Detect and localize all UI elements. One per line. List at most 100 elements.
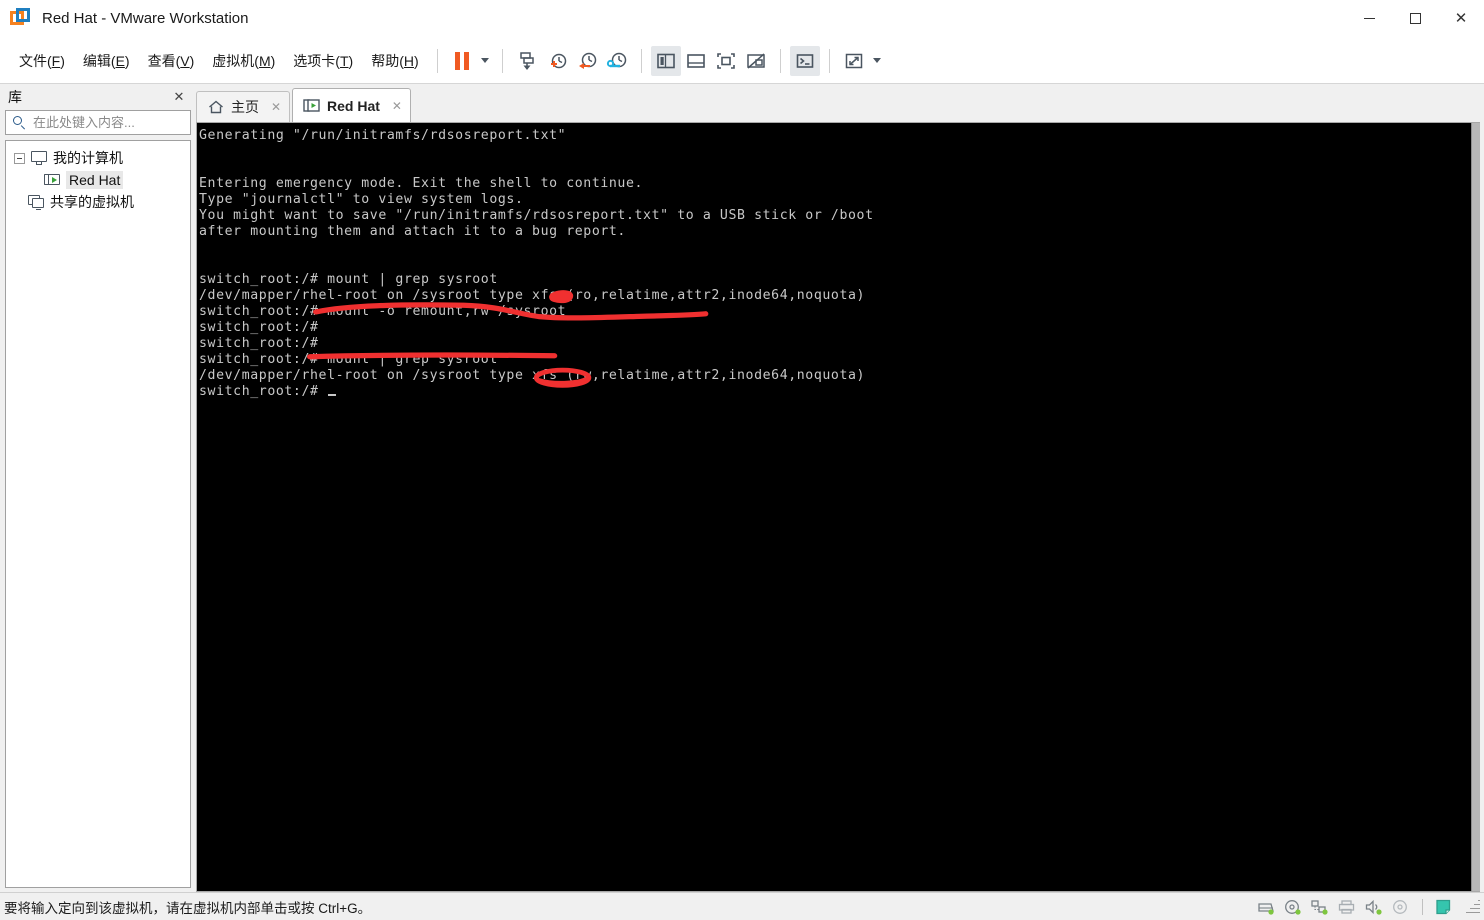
sidebar-item-red-hat[interactable]: Red Hat bbox=[6, 169, 190, 191]
terminal-line: after mounting them and attach it to a b… bbox=[199, 224, 626, 239]
library-search-box[interactable] bbox=[5, 110, 223, 135]
snapshot-manage-icon bbox=[606, 52, 626, 67]
search-input[interactable] bbox=[31, 114, 211, 131]
menu-item-vm[interactable]: 虚拟机(M) bbox=[203, 47, 284, 75]
vm-console-area[interactable]: Generating "/run/initramfs/rdsosreport.t… bbox=[196, 122, 1480, 892]
suspend-button[interactable] bbox=[447, 46, 477, 76]
fit-window-icon bbox=[716, 52, 735, 69]
console-view-button[interactable] bbox=[789, 45, 820, 76]
close-icon: ✕ bbox=[1454, 9, 1468, 27]
tab-home[interactable]: 主页 ✕ bbox=[196, 91, 290, 122]
snapshot-manager-button[interactable] bbox=[602, 46, 632, 76]
fit-guest-button[interactable] bbox=[711, 46, 741, 76]
tab-label: 主页 bbox=[231, 99, 259, 115]
terminal-line: switch_root:/# mount | grep sysroot bbox=[199, 352, 498, 367]
sidebar-item-my-computer[interactable]: 我的计算机 bbox=[6, 147, 190, 169]
terminal-line: /dev/mapper/rhel-root on /sysroot type x… bbox=[199, 368, 866, 383]
network-adapter-status-icon[interactable] bbox=[1311, 899, 1329, 915]
autofit-off-button[interactable] bbox=[741, 46, 771, 76]
hard-disk-status-icon[interactable] bbox=[1257, 899, 1275, 915]
message-log-icon[interactable] bbox=[1435, 899, 1453, 915]
library-tree: 我的计算机 Red Hat 共享的虚拟机 bbox=[5, 140, 191, 888]
library-panel: 库 ✕ 我的计算机 Red Hat bbox=[0, 84, 223, 892]
monitor-icon bbox=[31, 150, 48, 166]
terminal-line: /dev/mapper/rhel-root on /sysroot type x… bbox=[199, 288, 866, 303]
status-bar: 要将输入定向到该虚拟机，请在虚拟机内部单击或按 Ctrl+G。 bbox=[0, 892, 1484, 920]
chevron-down-icon bbox=[480, 58, 489, 63]
terminal-line: Generating "/run/initramfs/rdsosreport.t… bbox=[199, 128, 567, 143]
sidebar-item-shared-vms[interactable]: 共享的虚拟机 bbox=[6, 191, 190, 213]
sidebar-item-label: 我的计算机 bbox=[53, 150, 123, 166]
tab-close-icon[interactable]: ✕ bbox=[389, 98, 405, 114]
tab-label: Red Hat bbox=[327, 97, 380, 114]
bottom-panel-icon bbox=[686, 53, 705, 68]
terminal-line: switch_root:/# bbox=[199, 336, 319, 351]
terminal-line: You might want to save "/run/initramfs/r… bbox=[199, 208, 874, 223]
minimize-button[interactable] bbox=[1346, 0, 1392, 38]
autofit-disabled-icon bbox=[746, 52, 765, 69]
home-icon bbox=[207, 99, 225, 115]
resize-grip-icon[interactable] bbox=[1465, 899, 1480, 914]
floppy-status-icon[interactable] bbox=[1392, 899, 1410, 915]
terminal-line: Type "journalctl" to view system logs. bbox=[199, 192, 524, 207]
menu-item-file[interactable]: 文件(F) bbox=[10, 47, 74, 75]
toggle-library-button[interactable] bbox=[650, 45, 681, 76]
title-bar: Red Hat - VMware Workstation ✕ bbox=[0, 0, 1484, 38]
main-body: 库 ✕ 我的计算机 Red Hat bbox=[0, 84, 1484, 892]
terminal-line: switch_root:/# mount | grep sysroot bbox=[199, 272, 498, 287]
menu-item-help[interactable]: 帮助(H) bbox=[362, 47, 427, 75]
status-separator bbox=[1422, 898, 1423, 915]
window-controls: ✕ bbox=[1346, 0, 1484, 38]
snapshot-revert-icon bbox=[578, 52, 596, 69]
guest-terminal[interactable]: Generating "/run/initramfs/rdsosreport.t… bbox=[197, 123, 1471, 891]
toolbar-separator bbox=[501, 48, 503, 73]
tab-strip: 主页 ✕ Red Hat ✕ bbox=[196, 84, 1480, 122]
menu-toolbar-row: 文件(F) 编辑(E) 查看(V) 虚拟机(M) 选项卡(T) 帮助(H) bbox=[0, 38, 1484, 84]
library-title: 库 bbox=[8, 89, 22, 105]
tab-close-icon[interactable]: ✕ bbox=[268, 99, 284, 115]
power-dropdown[interactable] bbox=[477, 46, 493, 76]
toolbar-separator bbox=[828, 48, 830, 73]
pause-icon bbox=[454, 51, 469, 70]
maximize-button[interactable] bbox=[1392, 0, 1438, 38]
toolbar-separator bbox=[640, 48, 642, 73]
cd-dvd-status-icon[interactable] bbox=[1284, 899, 1302, 915]
send-ctrl-alt-del-button[interactable] bbox=[512, 46, 542, 76]
vmware-workstation-window: Red Hat - VMware Workstation ✕ 文件(F) 编辑(… bbox=[0, 0, 1484, 920]
fullscreen-button[interactable] bbox=[839, 46, 869, 76]
device-status-icons bbox=[1257, 898, 1484, 915]
fullscreen-dropdown[interactable] bbox=[869, 46, 885, 76]
take-snapshot-button[interactable] bbox=[542, 46, 572, 76]
sound-card-status-icon[interactable] bbox=[1365, 899, 1383, 915]
tab-red-hat[interactable]: Red Hat ✕ bbox=[292, 88, 411, 122]
menu-item-edit[interactable]: 编辑(E) bbox=[74, 47, 139, 75]
menu-item-view[interactable]: 查看(V) bbox=[139, 47, 204, 75]
revert-snapshot-button[interactable] bbox=[572, 46, 602, 76]
close-button[interactable]: ✕ bbox=[1438, 0, 1484, 38]
expander-icon[interactable] bbox=[14, 152, 25, 164]
menu-bar: 文件(F) 编辑(E) 查看(V) 虚拟机(M) 选项卡(T) 帮助(H) bbox=[0, 47, 428, 75]
toolbar-separator bbox=[779, 48, 781, 73]
toolbar bbox=[447, 38, 885, 84]
content-area: 主页 ✕ Red Hat ✕ Generating "/run/initramf… bbox=[196, 84, 1484, 892]
toggle-thumbnail-bar-button[interactable] bbox=[681, 46, 711, 76]
vm-console-scrollbar[interactable] bbox=[1471, 123, 1480, 891]
fullscreen-icon bbox=[845, 53, 862, 68]
terminal-line: switch_root:/# bbox=[199, 320, 319, 335]
vm-running-icon bbox=[303, 98, 321, 114]
chevron-down-icon bbox=[872, 58, 881, 63]
status-message: 要将输入定向到该虚拟机，请在虚拟机内部单击或按 Ctrl+G。 bbox=[4, 900, 372, 916]
vm-running-icon bbox=[44, 173, 61, 188]
send-key-icon bbox=[519, 51, 534, 70]
toolbar-separator bbox=[436, 48, 438, 73]
terminal-line: Entering emergency mode. Exit the shell … bbox=[199, 176, 644, 191]
library-close-icon[interactable]: ✕ bbox=[170, 88, 188, 106]
sidebar-item-label: 共享的虚拟机 bbox=[50, 194, 134, 210]
menu-item-tabs[interactable]: 选项卡(T) bbox=[284, 47, 362, 75]
window-title: Red Hat - VMware Workstation bbox=[42, 10, 249, 27]
printer-status-icon[interactable] bbox=[1338, 899, 1356, 915]
